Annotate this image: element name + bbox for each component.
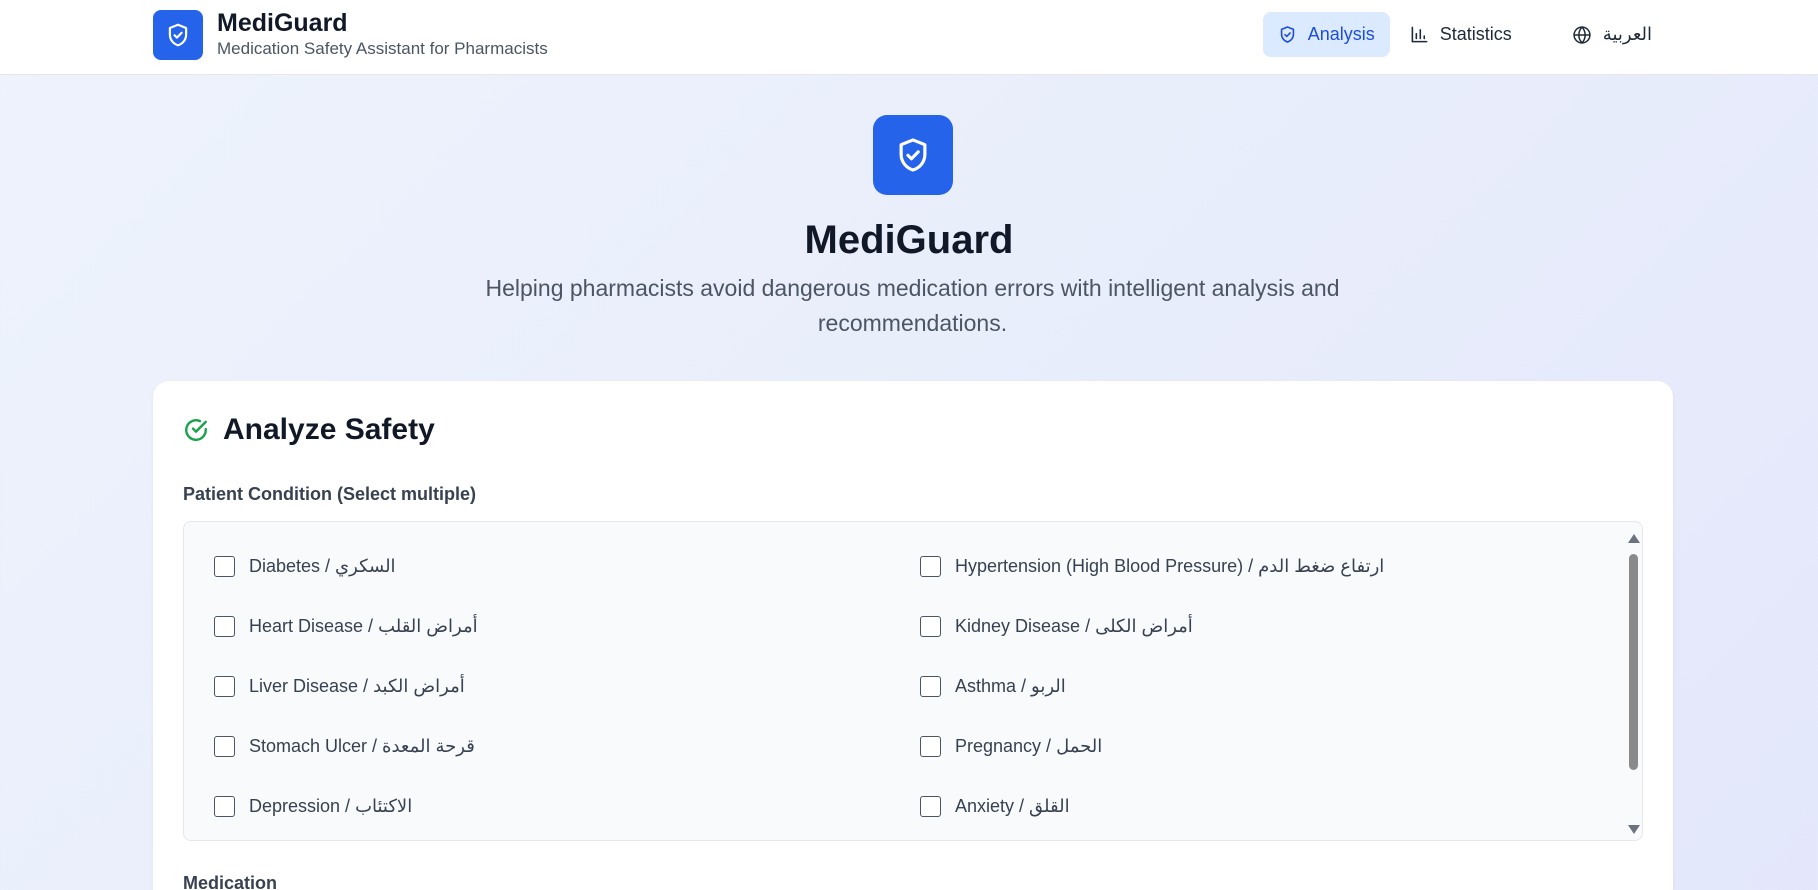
brand-subtitle: Medication Safety Assistant for Pharmaci…	[217, 39, 548, 58]
analyze-safety-title: Analyze Safety	[223, 413, 435, 446]
scrollbar-thumb[interactable]	[1629, 554, 1638, 770]
brand-name: MediGuard	[217, 9, 348, 37]
condition-label: Pregnancy / الحمل	[955, 736, 1103, 756]
checkbox[interactable]	[920, 616, 941, 637]
checkbox[interactable]	[920, 676, 941, 697]
analyze-safety-card: Analyze Safety Patient Condition (Select…	[153, 381, 1673, 890]
medication-label: Medication	[183, 873, 278, 890]
nav-statistics[interactable]: Statistics	[1395, 12, 1527, 57]
checkbox[interactable]	[214, 676, 235, 697]
checkbox[interactable]	[920, 556, 941, 577]
condition-option-asthma[interactable]: Asthma / الربو	[920, 676, 1066, 697]
hero-logo	[873, 115, 953, 195]
condition-option-depression[interactable]: Depression / الاكتئاب	[214, 796, 412, 817]
condition-label: Stomach Ulcer / قرحة المعدة	[249, 736, 475, 756]
brand-logo	[153, 9, 203, 60]
scroll-down-arrow-icon[interactable]	[1628, 825, 1640, 834]
top-navigation-bar: MediGuard Medication Safety Assistant fo…	[0, 0, 1818, 75]
checkbox[interactable]	[214, 796, 235, 817]
checkbox[interactable]	[920, 796, 941, 817]
shield-check-icon	[899, 138, 927, 172]
language-toggle[interactable]: العربية	[1557, 12, 1667, 57]
condition-option-hypertension[interactable]: Hypertension (High Blood Pressure) / ارت…	[920, 556, 1384, 577]
condition-list-scrollbar[interactable]	[1627, 530, 1641, 834]
scroll-up-arrow-icon[interactable]	[1628, 534, 1640, 543]
condition-option-anxiety[interactable]: Anxiety / القلق	[920, 796, 1070, 817]
brand[interactable]: MediGuard Medication Safety Assistant fo…	[153, 9, 548, 60]
shield-check-icon	[1280, 26, 1294, 43]
condition-label: Hypertension (High Blood Pressure) / ارت…	[955, 556, 1385, 576]
condition-option-heart-disease[interactable]: Heart Disease / أمراض القلب	[214, 616, 478, 637]
condition-option-liver-disease[interactable]: Liver Disease / أمراض الكبد	[214, 676, 465, 697]
bar-chart-icon	[1411, 26, 1428, 43]
main-nav: Analysis Statistics العربية	[1258, 12, 1667, 57]
condition-option-kidney-disease[interactable]: Kidney Disease / أمراض الكلى	[920, 616, 1193, 637]
condition-label: Diabetes / السكري	[249, 556, 396, 576]
page-title: MediGuard	[804, 218, 1014, 262]
language-toggle-label: العربية	[1602, 24, 1652, 44]
condition-option-pregnancy[interactable]: Pregnancy / الحمل	[920, 736, 1102, 757]
checkbox[interactable]	[214, 556, 235, 577]
globe-icon	[1573, 25, 1591, 44]
patient-condition-list[interactable]: Diabetes / السكري Hypertension (High Blo…	[183, 521, 1643, 841]
condition-option-stomach-ulcer[interactable]: Stomach Ulcer / قرحة المعدة	[214, 736, 475, 757]
condition-label: Asthma / الربو	[955, 676, 1066, 696]
shield-check-icon	[168, 23, 188, 46]
nav-analysis[interactable]: Analysis	[1262, 12, 1390, 57]
condition-label: Depression / الاكتئاب	[249, 796, 413, 816]
page-subtitle: Helping pharmacists avoid dangerous medi…	[485, 275, 1340, 336]
checkbox[interactable]	[920, 736, 941, 757]
check-circle-icon	[185, 419, 207, 441]
condition-label: Heart Disease / أمراض القلب	[249, 616, 478, 636]
nav-analysis-label: Analysis	[1307, 24, 1375, 44]
condition-option-diabetes[interactable]: Diabetes / السكري	[214, 556, 396, 577]
nav-statistics-label: Statistics	[1439, 24, 1512, 44]
condition-label: Anxiety / القلق	[955, 796, 1070, 816]
patient-condition-label: Patient Condition (Select multiple)	[183, 484, 477, 504]
checkbox[interactable]	[214, 736, 235, 757]
condition-label: Liver Disease / أمراض الكبد	[249, 676, 465, 696]
checkbox[interactable]	[214, 616, 235, 637]
condition-label: Kidney Disease / أمراض الكلى	[955, 616, 1193, 636]
